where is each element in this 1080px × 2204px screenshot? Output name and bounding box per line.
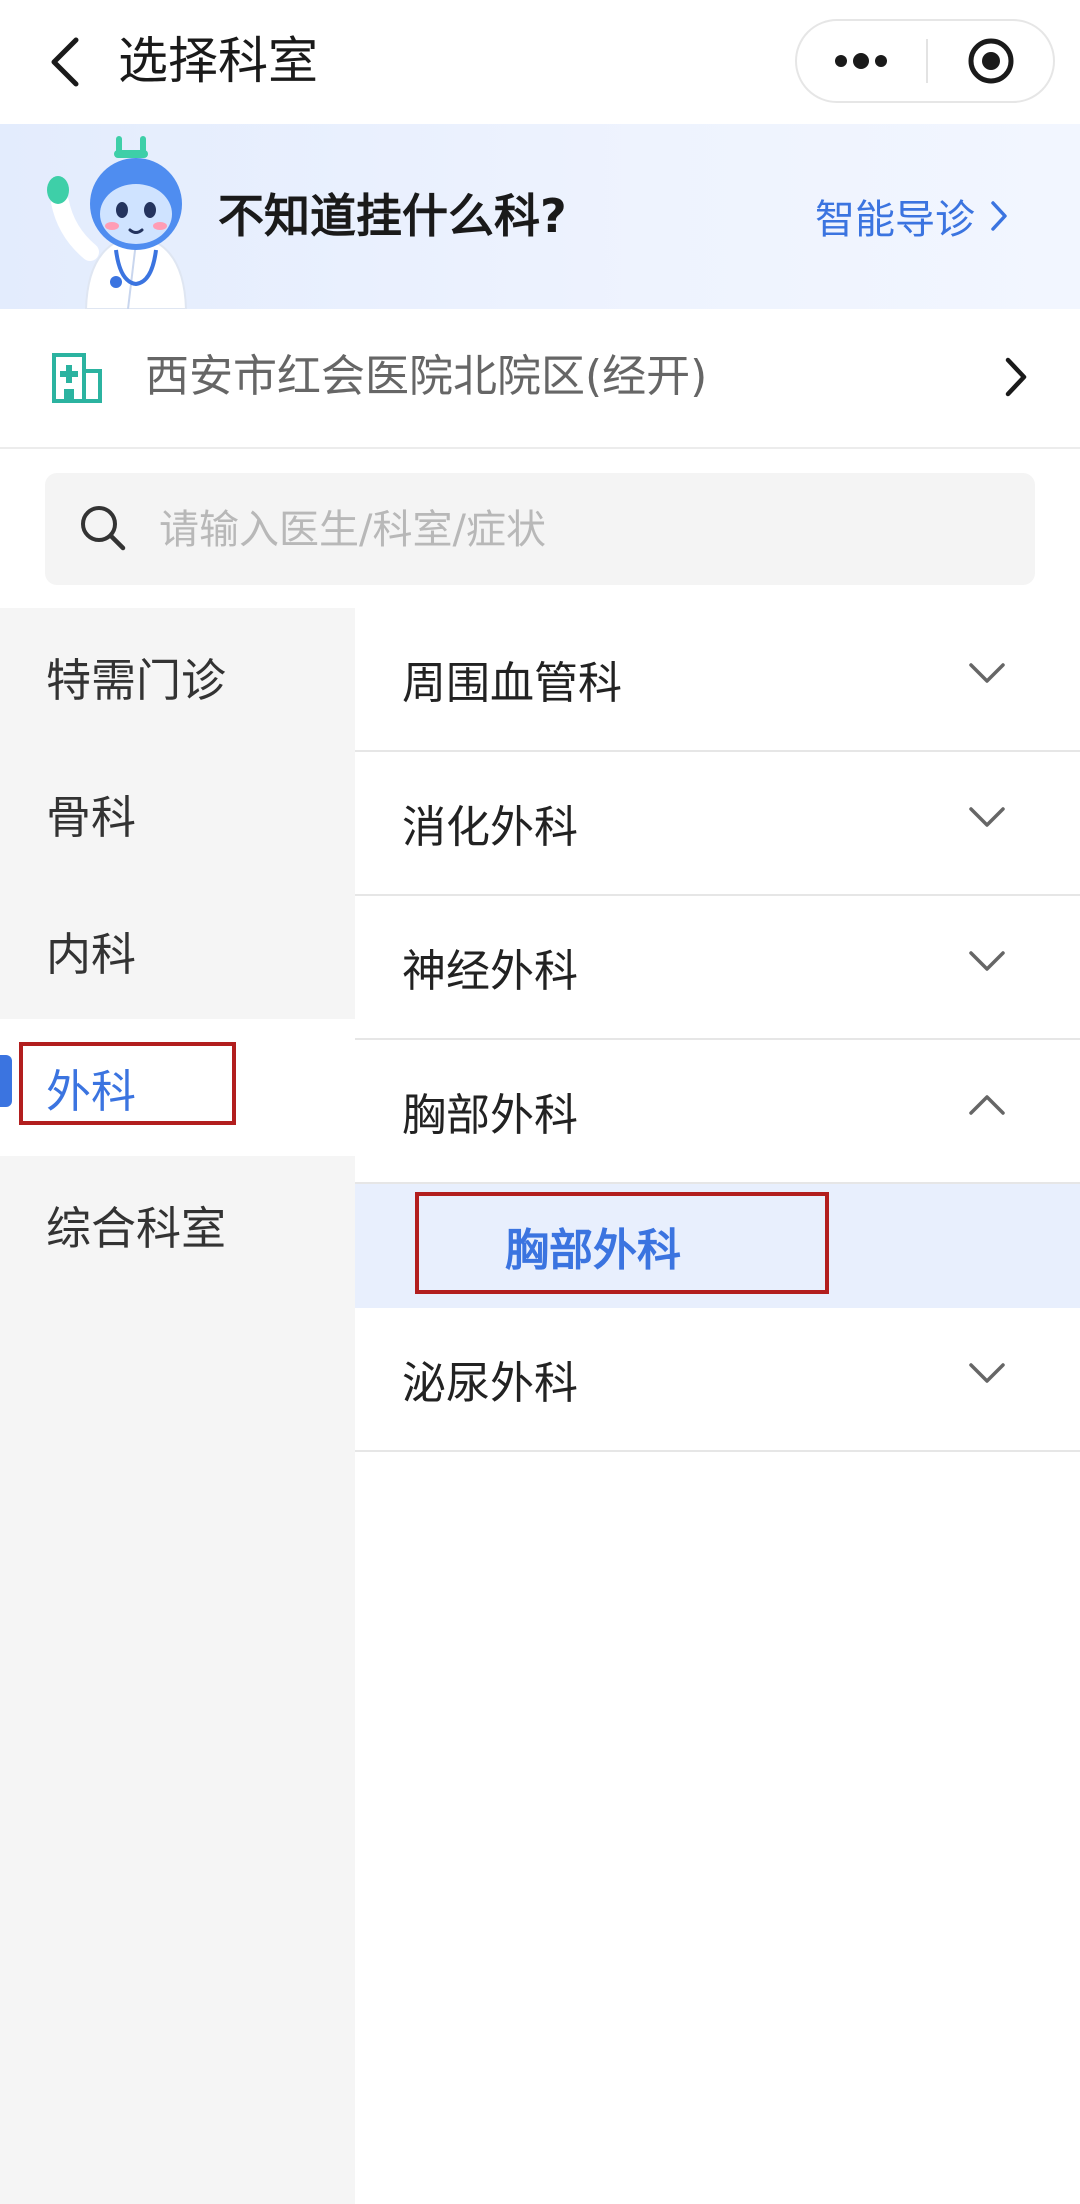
mini-program-capsule xyxy=(795,19,1055,103)
sidebar-item-general-dept[interactable]: 综合科室 xyxy=(0,1156,355,1293)
search-icon xyxy=(81,506,126,551)
dept-label: 泌尿外科 xyxy=(402,1358,578,1409)
hospital-icon xyxy=(52,353,102,403)
category-sidebar: 特需门诊 骨科 内科 外科 综合科室 xyxy=(0,608,355,2204)
smart-guide-banner[interactable]: 不知道挂什么科? 智能导诊 xyxy=(0,124,1080,309)
sidebar-item-orthopedics[interactable]: 骨科 xyxy=(0,745,355,882)
banner-question: 不知道挂什么科? xyxy=(218,189,567,243)
sub-dept-label: 胸部外科 xyxy=(505,1225,681,1276)
close-mini-program-button[interactable] xyxy=(928,21,1053,101)
more-dots-icon xyxy=(835,53,887,69)
sidebar-item-label: 外科 xyxy=(46,1065,137,1118)
sidebar-item-internal-medicine[interactable]: 内科 xyxy=(0,882,355,1019)
header: 选择科室 xyxy=(0,0,1080,124)
dept-row-peripheral-vascular[interactable]: 周围血管科 xyxy=(355,608,1080,752)
chevron-down-icon xyxy=(969,663,1005,683)
sidebar-item-label: 特需门诊 xyxy=(46,654,227,707)
department-list: 周围血管科 消化外科 神经外科 胸部外科 胸部外科 泌尿外科 xyxy=(355,608,1080,1452)
hospital-selector[interactable]: 西安市红会医院北院区(经开) xyxy=(0,309,1080,449)
smart-guide-link[interactable]: 智能导诊 xyxy=(815,186,1009,246)
chevron-down-icon xyxy=(969,1363,1005,1383)
dept-row-thoracic-surgery[interactable]: 胸部外科 xyxy=(355,1040,1080,1184)
dept-label: 神经外科 xyxy=(402,946,578,997)
more-button[interactable] xyxy=(797,21,925,101)
back-button[interactable] xyxy=(36,30,96,94)
dept-row-digestive-surgery[interactable]: 消化外科 xyxy=(355,752,1080,896)
sidebar-item-special-clinic[interactable]: 特需门诊 xyxy=(0,608,355,745)
target-close-icon xyxy=(968,38,1013,84)
dept-row-urology[interactable]: 泌尿外科 xyxy=(355,1308,1080,1452)
dept-label: 周围血管科 xyxy=(402,658,622,709)
chevron-down-icon xyxy=(969,951,1005,971)
sidebar-item-label: 内科 xyxy=(46,928,137,981)
page-title: 选择科室 xyxy=(118,32,318,90)
doctor-robot-mascot xyxy=(47,136,188,309)
chevron-right-icon xyxy=(1005,357,1027,397)
hospital-name: 西安市红会医院北院区(经开) xyxy=(145,351,708,402)
dept-label: 胸部外科 xyxy=(402,1090,578,1141)
search-box xyxy=(45,473,1035,585)
sidebar-item-label: 综合科室 xyxy=(46,1202,227,1255)
chevron-right-icon xyxy=(991,201,1007,231)
smart-guide-label: 智能导诊 xyxy=(815,197,975,243)
sidebar-item-label: 骨科 xyxy=(46,791,137,844)
dept-label: 消化外科 xyxy=(402,802,578,853)
dept-row-neurosurgery[interactable]: 神经外科 xyxy=(355,896,1080,1040)
chevron-down-icon xyxy=(969,807,1005,827)
chevron-up-icon xyxy=(969,1095,1005,1115)
search-input[interactable] xyxy=(157,497,1001,563)
chevron-left-icon xyxy=(51,37,79,87)
active-indicator xyxy=(0,1055,12,1107)
sidebar-item-surgery[interactable]: 外科 xyxy=(0,1019,355,1156)
sub-dept-thoracic-surgery[interactable]: 胸部外科 xyxy=(355,1184,1080,1308)
